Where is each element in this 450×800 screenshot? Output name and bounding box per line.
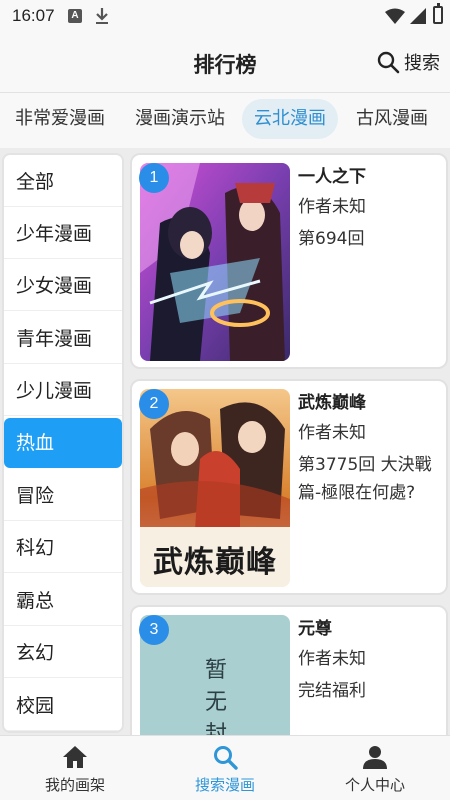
category-item[interactable]: 全部 xyxy=(4,157,122,207)
status-bar: 16:07 A xyxy=(0,0,450,34)
comic-latest-chapter: 完结福利 xyxy=(298,681,366,701)
cover-placeholder-text: 暂无封 xyxy=(204,658,227,735)
comic-info: 武炼巅峰 作者未知 第3775回 大決戰篇-極限在何處? xyxy=(298,391,442,507)
source-tabs: 非常爱漫画 漫画演示站 云北漫画 古风漫画 xyxy=(0,92,450,148)
comic-latest-chapter: 第3775回 大決戰篇-極限在何處? xyxy=(298,455,432,503)
nav-my-shelf[interactable]: 我的画架 xyxy=(0,736,150,800)
nav-label: 我的画架 xyxy=(44,776,105,794)
comic-info: 一人之下 作者未知 第694回 xyxy=(298,165,442,253)
nav-label: 搜索漫画 xyxy=(194,776,255,794)
rank-badge: 1 xyxy=(139,163,169,193)
nav-search-comics[interactable]: 搜索漫画 xyxy=(150,736,300,800)
rank-badge: 3 xyxy=(139,615,169,645)
comic-card[interactable]: 暂无封 3 元尊 作者未知 完结福利 xyxy=(130,605,448,735)
signal-icon xyxy=(410,8,426,24)
tab-feichangai[interactable]: 非常爱漫画 xyxy=(4,99,116,139)
comic-latest-chapter: 第694回 xyxy=(298,229,365,249)
comic-title: 一人之下 xyxy=(298,167,366,187)
comic-title: 元尊 xyxy=(298,619,332,639)
header: 排行榜 搜索 xyxy=(0,34,450,92)
nav-label: 个人中心 xyxy=(344,776,405,794)
comic-cover-image xyxy=(140,163,290,361)
category-item[interactable]: 少儿漫画 xyxy=(4,366,122,416)
search-label: 搜索 xyxy=(404,53,440,74)
app-notification-icon: A xyxy=(68,9,82,23)
battery-icon xyxy=(433,3,443,24)
comic-info: 元尊 作者未知 完结福利 xyxy=(298,617,442,705)
comic-card[interactable]: 1 一人之下 作者未知 第694回 xyxy=(130,153,448,369)
person-icon xyxy=(363,746,387,769)
comic-cover-image: 武炼巅峰 xyxy=(140,389,290,587)
tab-yanshizhan[interactable]: 漫画演示站 xyxy=(124,99,236,139)
comic-title: 武炼巅峰 xyxy=(298,393,366,413)
category-item[interactable]: 玄幻 xyxy=(4,628,122,678)
ranking-list: 1 一人之下 作者未知 第694回 武炼巅峰 2 武炼巅峰 作者未知 第3775… xyxy=(130,153,448,735)
category-item[interactable]: 青年漫画 xyxy=(4,314,122,364)
cover-title-text: 武炼巅峰 xyxy=(153,545,277,580)
nav-personal-center[interactable]: 个人中心 xyxy=(300,736,450,800)
category-item[interactable]: 少年漫画 xyxy=(4,209,122,259)
tab-gufeng[interactable]: 古风漫画 xyxy=(344,99,440,139)
category-item[interactable]: 校园 xyxy=(4,681,122,731)
rank-badge: 2 xyxy=(139,389,169,419)
comic-card[interactable]: 武炼巅峰 2 武炼巅峰 作者未知 第3775回 大決戰篇-極限在何處? xyxy=(130,379,448,595)
search-icon xyxy=(377,51,400,74)
cover-art xyxy=(140,163,290,361)
tab-yunbei[interactable]: 云北漫画 xyxy=(242,99,338,139)
search-button[interactable]: 搜索 xyxy=(376,48,440,76)
comic-author: 作者未知 xyxy=(298,649,366,669)
search-icon xyxy=(214,746,238,770)
category-sidebar: 全部 少年漫画 少女漫画 青年漫画 少儿漫画 热血 冒险 科幻 霸总 玄幻 校园 xyxy=(2,153,124,733)
category-item[interactable]: 少女漫画 xyxy=(4,261,122,311)
category-item[interactable]: 科幻 xyxy=(4,523,122,573)
home-icon xyxy=(63,746,87,768)
comic-author: 作者未知 xyxy=(298,423,366,443)
category-item-active[interactable]: 热血 xyxy=(4,418,122,468)
comic-author: 作者未知 xyxy=(298,197,366,217)
status-time: 16:07 xyxy=(12,6,55,25)
category-item[interactable]: 冒险 xyxy=(4,471,122,521)
download-icon xyxy=(96,8,108,24)
wifi-icon xyxy=(385,8,405,24)
category-item[interactable]: 霸总 xyxy=(4,576,122,626)
bottom-nav: 我的画架 搜索漫画 个人中心 xyxy=(0,735,450,800)
